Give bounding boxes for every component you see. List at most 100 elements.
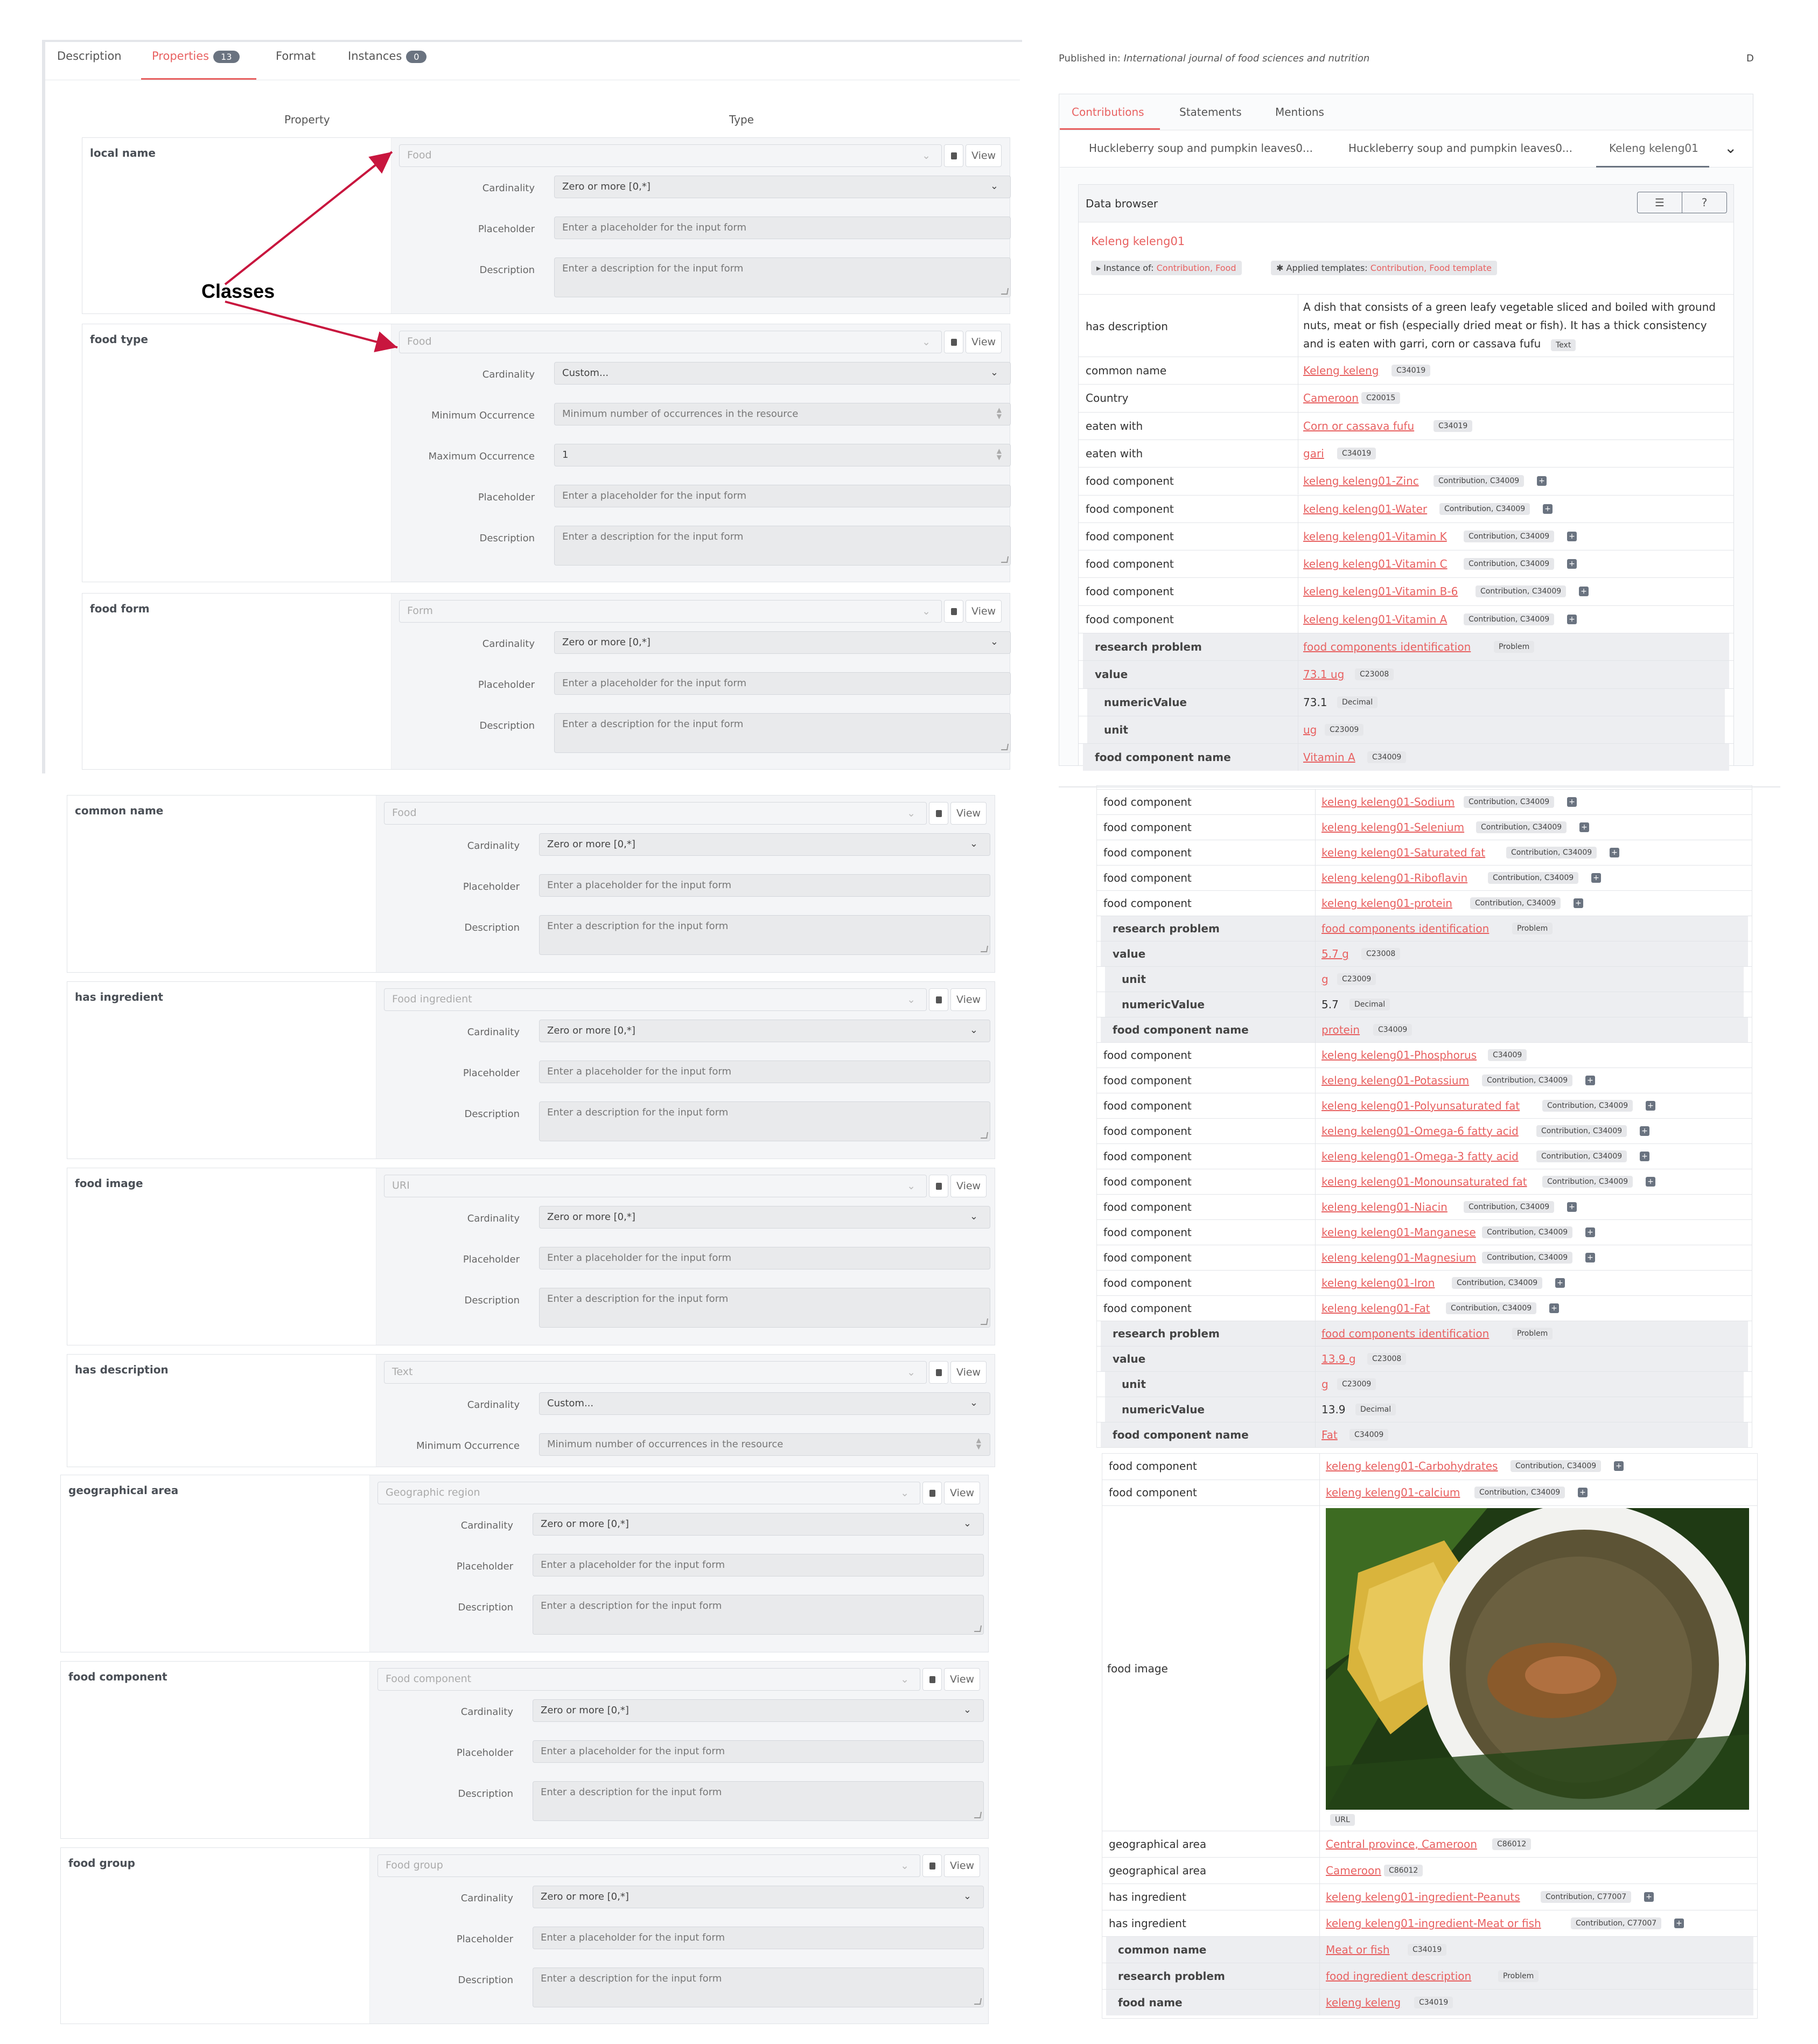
property-label: food component [1086,557,1174,571]
cardinality-select[interactable]: Custom... ⌄ [554,362,1011,385]
resource-link[interactable]: keleng keleng01-Vitamin C [1303,557,1448,570]
view-button[interactable]: View [966,144,1002,167]
min-occurrence-input[interactable]: Minimum number of occurrences in the res… [539,1433,990,1456]
cardinality-select[interactable]: Zero or more [0,*] ⌄ [554,631,1011,654]
description-textarea[interactable]: Enter a description for the input form [554,713,1011,753]
lock-icon[interactable] [922,1668,942,1691]
resource-link[interactable]: Vitamin A [1303,751,1355,764]
expand-icon[interactable]: + [1567,559,1577,569]
view-button[interactable]: View [944,1668,981,1691]
placeholder-input[interactable]: Enter a placeholder for the input form [554,485,1011,507]
description-textarea[interactable]: Enter a description for the input form [533,1968,984,2007]
min-occurrence-input[interactable]: Minimum number of occurrences in the res… [554,403,1011,425]
resource-link[interactable]: keleng keleng01-Vitamin A [1303,613,1447,626]
tab-statements[interactable]: Statements [1179,106,1242,118]
placeholder-input[interactable]: Enter a placeholder for the input form [539,1247,990,1269]
cardinality-select[interactable]: Zero or more [0,*] ⌄ [533,1513,984,1536]
placeholder-input[interactable]: Enter a placeholder for the input form [539,874,990,897]
description-textarea[interactable]: Enter a description for the input form [539,915,990,955]
lock-icon[interactable] [922,1482,942,1504]
view-button[interactable]: View [944,1854,981,1877]
type-select[interactable]: Food ingredient ⌄ [384,988,927,1011]
resource-link[interactable]: keleng keleng01-Vitamin K [1303,530,1447,543]
settings-button[interactable]: ☰ [1637,192,1682,213]
spinner-icon[interactable]: ▲ ▼ [976,1437,981,1450]
chevron-down-icon[interactable]: ⌄ [1724,139,1737,157]
placeholder-input[interactable]: Enter a placeholder for the input form [554,217,1011,239]
description-textarea[interactable]: Enter a description for the input form [533,1595,984,1635]
type-select[interactable]: URI ⌄ [384,1175,927,1197]
cardinality-select[interactable]: Zero or more [0,*] ⌄ [539,1206,990,1229]
property-label-column [67,796,376,972]
expand-icon[interactable]: + [1579,587,1589,597]
description-textarea[interactable]: Enter a description for the input form [533,1781,984,1821]
lock-icon[interactable] [929,1361,948,1384]
expand-icon[interactable]: + [1567,614,1577,624]
view-button[interactable]: View [950,802,987,825]
cardinality-select[interactable]: Zero or more [0,*] ⌄ [533,1886,984,1908]
resource-link[interactable]: gari [1303,447,1324,460]
lock-icon[interactable] [929,1175,948,1197]
placeholder-input[interactable]: Enter a placeholder for the input form [533,1927,984,1949]
resource-link[interactable]: Keleng keleng [1303,364,1379,377]
resource-title[interactable]: Keleng keleng01 [1091,235,1185,248]
contribution-tab-2[interactable]: Huckleberry soup and pumpkin leaves0... [1348,142,1572,155]
description-textarea[interactable]: Enter a description for the input form [539,1101,990,1141]
type-select[interactable]: Geographic region ⌄ [377,1482,920,1504]
view-button[interactable]: View [966,331,1002,353]
resource-link[interactable]: keleng keleng01-Vitamin B-6 [1303,585,1458,598]
resource-link[interactable]: Corn or cassava fufu [1303,420,1414,432]
placeholder-input[interactable]: Enter a placeholder for the input form [554,672,1011,695]
max-occurrence-input[interactable]: 1 ▲ ▼ [554,444,1011,466]
expand-icon[interactable]: + [1567,531,1577,541]
statement-row [1079,384,1733,411]
lock-icon[interactable] [929,988,948,1011]
templates-value[interactable]: Contribution, Food template [1371,263,1492,273]
cardinality-select[interactable]: Custom... ⌄ [539,1392,990,1415]
tab-contributions[interactable]: Contributions [1072,106,1144,118]
placeholder-input[interactable]: Enter a placeholder for the input form [533,1554,984,1576]
help-icon[interactable]: ? [1682,192,1727,213]
contribution-tab-1[interactable]: Huckleberry soup and pumpkin leaves0... [1089,142,1313,155]
food-image[interactable] [1326,1508,1749,1810]
lock-icon[interactable] [922,1854,942,1877]
placeholder-input[interactable]: Enter a placeholder for the input form [539,1061,990,1083]
property-label: value [1095,668,1128,681]
placeholder-input[interactable]: Enter a placeholder for the input form [533,1740,984,1763]
type-select[interactable]: Food ⌄ [384,802,927,825]
cardinality-select[interactable]: Zero or more [0,*] ⌄ [554,176,1011,198]
description-textarea[interactable]: Enter a description for the input form [554,526,1011,566]
view-button[interactable]: View [944,1482,981,1504]
cardinality-select[interactable]: Zero or more [0,*] ⌄ [539,1020,990,1042]
resource-link[interactable]: food components identification [1303,640,1471,653]
lock-icon[interactable] [944,331,963,353]
expand-icon[interactable]: + [1537,476,1547,486]
resource-link[interactable]: keleng keleng01-Zinc [1303,475,1419,487]
type-select[interactable]: Food group ⌄ [377,1854,920,1877]
expand-icon[interactable]: + [1543,504,1553,514]
tab-mentions[interactable]: Mentions [1275,106,1324,118]
view-button[interactable]: View [950,988,987,1011]
cardinality-select[interactable]: Zero or more [0,*] ⌄ [539,833,990,856]
spinner-icon[interactable]: ▲ ▼ [997,407,1002,420]
kebab-icon[interactable]: D [1746,53,1754,64]
contribution-tab-3[interactable]: Keleng keleng01 [1609,142,1698,155]
resource-link[interactable]: keleng keleng01-Water [1303,503,1427,515]
description-textarea[interactable]: Enter a description for the input form [554,257,1011,297]
resource-link[interactable]: 73.1 ug [1303,668,1344,681]
view-button[interactable]: View [966,600,1002,623]
instance-of-value[interactable]: Contribution, Food [1157,263,1236,273]
cardinality-select[interactable]: Zero or more [0,*] ⌄ [533,1699,984,1722]
type-select[interactable]: Text ⌄ [384,1361,927,1384]
type-select[interactable]: Form ⌄ [399,600,942,623]
view-button[interactable]: View [950,1175,987,1197]
lock-icon[interactable] [944,144,963,167]
spinner-icon[interactable]: ▲ ▼ [997,448,1002,461]
view-button[interactable]: View [950,1361,987,1384]
resource-link[interactable]: ug [1303,723,1317,736]
resource-link[interactable]: Cameroon [1303,392,1359,404]
type-select[interactable]: Food component ⌄ [377,1668,920,1691]
description-textarea[interactable]: Enter a description for the input form [539,1288,990,1328]
lock-icon[interactable] [929,802,948,825]
lock-icon[interactable] [944,600,963,623]
